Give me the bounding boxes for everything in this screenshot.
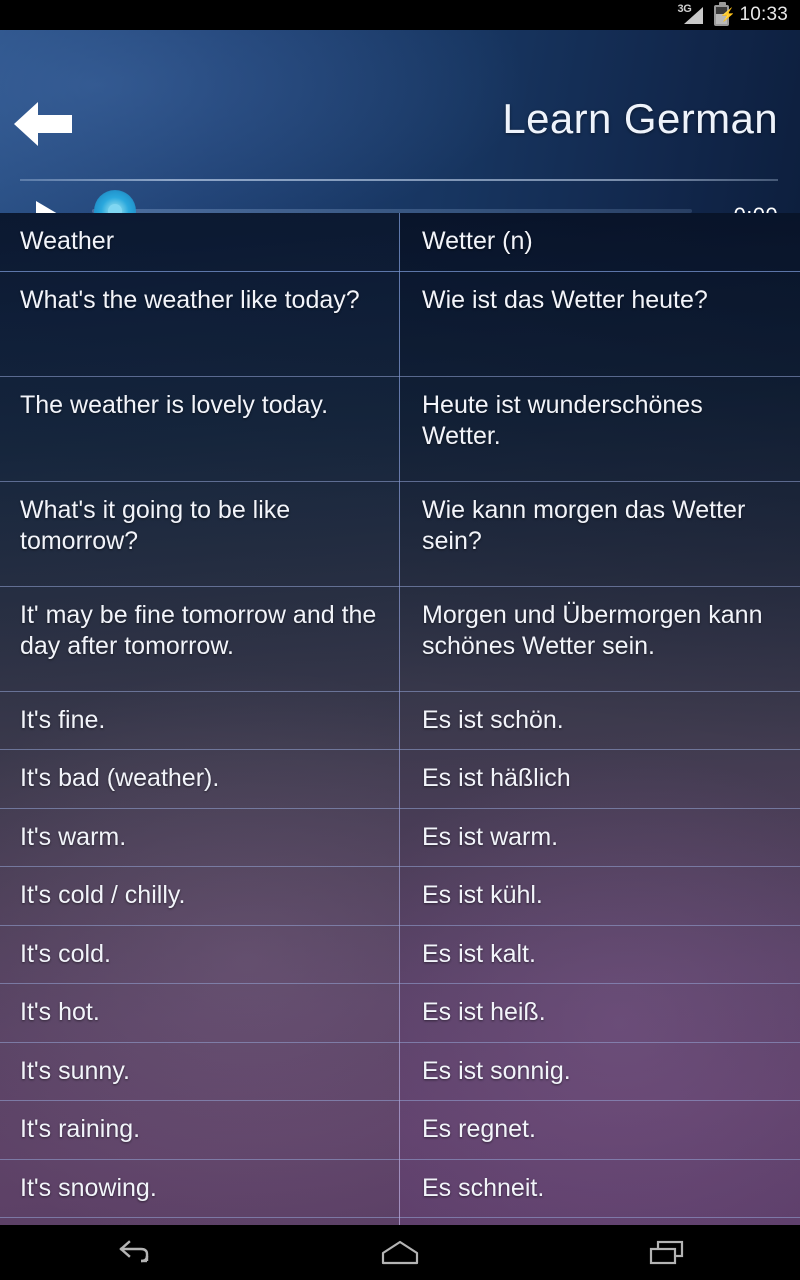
table-row[interactable]: It's fine. Es ist schön. xyxy=(0,692,800,750)
cell-german: Es regnet. xyxy=(422,1115,536,1143)
nav-home-button[interactable] xyxy=(340,1225,460,1280)
cell-german: Es weht ein schwacher Wind. xyxy=(400,1218,800,1225)
nav-back-icon xyxy=(119,1239,149,1262)
table-row[interactable]: It's warm. Es ist warm. xyxy=(0,809,800,867)
table-row[interactable]: It's cold. Es ist kalt. xyxy=(0,926,800,984)
seek-thumb-handle[interactable] xyxy=(94,190,136,213)
table-header-row[interactable]: Weather Wetter (n) xyxy=(0,213,800,272)
cell-english: It's bad (weather). xyxy=(20,764,220,792)
audio-player: 0:00 xyxy=(0,179,800,213)
cell-german: Es ist warm. xyxy=(422,822,559,851)
current-time-label: 0:00 xyxy=(734,203,778,213)
nav-recents-icon xyxy=(649,1240,683,1264)
app-screen: 3G ⚡ 10:33 Learn German Weather Wetter (… xyxy=(0,0,800,1280)
signal-bars-icon xyxy=(684,7,704,24)
cell-german: Es ist kühl. xyxy=(422,881,543,909)
cell-english: It's snowing. xyxy=(20,1173,157,1202)
table-row[interactable]: It's sunny. Es ist sonnig. xyxy=(0,1043,800,1101)
table-row[interactable]: It' may be fine tomorrow and the day aft… xyxy=(0,587,800,692)
status-bar: 3G ⚡ 10:33 xyxy=(0,0,800,30)
phrase-table[interactable]: Weather Wetter (n) What's the weather like… xyxy=(0,213,800,1225)
system-nav-bar xyxy=(0,1225,800,1280)
back-button[interactable] xyxy=(12,92,74,156)
cell-english: It's warm. xyxy=(20,822,127,851)
cell-german: Wie kann morgen das Wetter sein? xyxy=(422,495,746,556)
cell-german: Wetter (n) xyxy=(422,227,533,255)
page-title: Learn German xyxy=(502,95,778,142)
table-row[interactable]: It's snowing. Es schneit. xyxy=(0,1160,800,1218)
cell-english: What's it going to be like tomorrow? xyxy=(20,495,291,556)
cell-german: Es ist kalt. xyxy=(422,939,536,968)
signal-strength: 3G xyxy=(677,3,705,26)
cell-german: Es schneit. xyxy=(422,1173,545,1202)
cell-english: The weather is lovely today. xyxy=(20,390,329,419)
table-row[interactable]: What's the weather like today? Wie ist da… xyxy=(0,272,800,377)
cell-german: Wie ist das Wetter heute? xyxy=(422,285,708,314)
play-icon xyxy=(36,201,58,213)
table-row[interactable]: It's raining. Es regnet. xyxy=(0,1101,800,1160)
cell-german: Heute ist wunderschönes Wetter. xyxy=(422,390,703,451)
cell-english: It's hot. xyxy=(20,998,100,1026)
cell-german: Es ist sonnig. xyxy=(422,1056,571,1085)
table-row[interactable]: It's hot. Es ist heiß. xyxy=(0,984,800,1043)
app-header: Learn German 0:00 xyxy=(0,30,800,213)
nav-recents-button[interactable] xyxy=(607,1225,727,1280)
back-arrow-icon xyxy=(14,102,72,146)
cell-english: It' may be fine tomorrow and the day aft… xyxy=(20,600,377,661)
table-row[interactable]: What's it going to be like tomorrow? Wie … xyxy=(0,482,800,587)
table-row[interactable]: It's bad (weather). Es ist häßlich xyxy=(0,750,800,809)
table-row[interactable]: The weather is lovely today. Heute ist wu… xyxy=(0,377,800,482)
status-clock: 10:33 xyxy=(739,4,788,25)
play-button[interactable] xyxy=(28,197,66,213)
cell-german: Morgen und Übermorgen kann schönes Wette… xyxy=(422,600,763,661)
cell-german: Es ist schön. xyxy=(422,705,564,734)
column-divider xyxy=(399,213,400,1225)
cell-english: It's cold. xyxy=(20,939,111,968)
player-top-rule xyxy=(20,179,778,181)
cell-german: Es ist häßlich xyxy=(422,764,571,792)
cell-english: It's sunny. xyxy=(20,1056,130,1085)
table-row[interactable]: It's a bit windy.Es weht ein schwacher W… xyxy=(0,1218,800,1225)
cell-english: What's the weather like today? xyxy=(20,285,360,314)
table-rows: Weather Wetter (n) What's the weather like… xyxy=(0,213,800,1225)
cell-english: It's fine. xyxy=(20,705,106,734)
cell-english: It's cold / chilly. xyxy=(20,881,186,909)
cell-english: It's a bit windy. xyxy=(0,1218,400,1225)
nav-back-button[interactable] xyxy=(73,1225,193,1280)
cell-english: Weather xyxy=(20,227,115,255)
cell-english: It's raining. xyxy=(20,1115,141,1143)
table-row[interactable]: It's cold / chilly. Es ist kühl. xyxy=(0,867,800,926)
battery-charging-icon: ⚡ xyxy=(714,1,736,26)
nav-home-icon xyxy=(381,1240,419,1264)
cell-german: Es ist heiß. xyxy=(422,998,546,1026)
